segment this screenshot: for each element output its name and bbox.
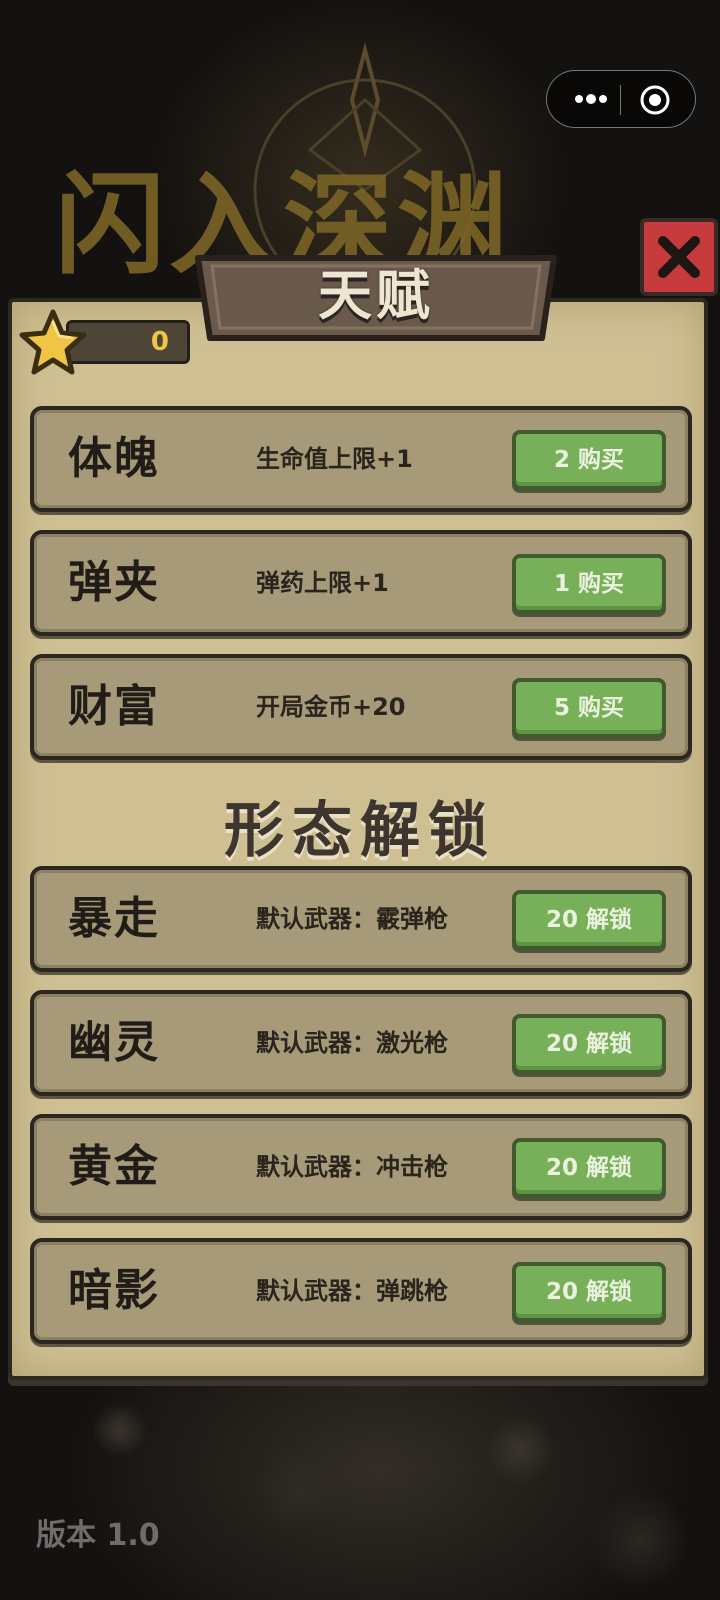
buy-button-label: 2 购买: [553, 447, 624, 473]
background-rocks: [0, 1370, 720, 1600]
buy-button-label: 5 购买: [553, 695, 624, 721]
talent-row-tipo: 体魄 生命值上限+1 2 购买: [30, 406, 692, 512]
form-desc: 默认武器：弹跳枪: [256, 1277, 448, 1305]
talent-desc: 生命值上限+1: [256, 445, 413, 473]
unlock-button-label: 20 解锁: [545, 1155, 632, 1181]
dialog-title: 天赋: [318, 264, 434, 327]
talent-name: 体魄: [68, 433, 160, 484]
unlock-button-label: 20 解锁: [545, 1279, 632, 1305]
star-counter: 0: [18, 308, 190, 376]
title-plaque: 天赋: [190, 252, 562, 344]
talent-name: 财富: [68, 681, 160, 732]
talent-row-caifu: 财富 开局金币+20 5 购买: [30, 654, 692, 760]
close-x-icon: [658, 236, 700, 278]
form-desc: 默认武器：霰弹枪: [256, 905, 448, 933]
form-name: 黄金: [68, 1141, 160, 1192]
miniprogram-capsule: [546, 70, 696, 128]
unlock-button[interactable]: 20 解锁: [512, 1138, 666, 1198]
unlock-button[interactable]: 20 解锁: [512, 1014, 666, 1074]
unlock-button-label: 20 解锁: [545, 1031, 632, 1057]
form-name: 幽灵: [68, 1017, 160, 1068]
close-button[interactable]: [640, 218, 718, 296]
unlock-button[interactable]: 20 解锁: [512, 1262, 666, 1322]
star-icon: [19, 309, 87, 375]
buy-button[interactable]: 5 购买: [512, 678, 666, 738]
talent-row-danjia: 弹夹 弹药上限+1 1 购买: [30, 530, 692, 636]
capsule-divider: [620, 85, 621, 115]
form-row-youling: 幽灵 默认武器：激光枪 20 解锁: [30, 990, 692, 1096]
form-row-huangjin: 黄金 默认武器：冲击枪 20 解锁: [30, 1114, 692, 1220]
buy-button[interactable]: 1 购买: [512, 554, 666, 614]
talent-desc: 弹药上限+1: [256, 569, 389, 597]
unlock-button-label: 20 解锁: [545, 907, 632, 933]
buy-button[interactable]: 2 购买: [512, 430, 666, 490]
form-name: 暗影: [68, 1265, 160, 1316]
form-row-anying: 暗影 默认武器：弹跳枪 20 解锁: [30, 1238, 692, 1344]
star-count: 0: [150, 327, 169, 357]
talent-name: 弹夹: [68, 557, 160, 608]
form-desc: 默认武器：冲击枪: [256, 1153, 448, 1181]
buy-button-label: 1 购买: [553, 571, 624, 597]
version-label: 版本 1.0: [36, 1518, 160, 1553]
form-desc: 默认武器：激光枪: [256, 1029, 448, 1057]
form-row-baozou: 暴走 默认武器：霰弹枪 20 解锁: [30, 866, 692, 972]
unlock-button[interactable]: 20 解锁: [512, 890, 666, 950]
section-title-form-unlock: 形态解锁: [224, 796, 496, 866]
talent-desc: 开局金币+20: [256, 693, 406, 721]
form-name: 暴走: [68, 893, 160, 944]
target-circle-icon[interactable]: [639, 84, 671, 116]
